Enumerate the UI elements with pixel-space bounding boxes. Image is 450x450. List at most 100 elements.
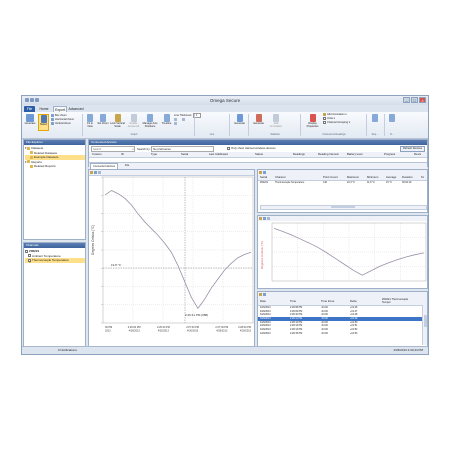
column-header[interactable]: Minimum [367,175,378,180]
select-button[interactable]: Select [38,114,49,131]
ambient-checkbox[interactable] [28,254,31,258]
table-row[interactable]: Z00221 Thermocouple Temperature 140 22.3… [258,181,427,185]
column-header[interactable]: Reading Interval [318,152,338,157]
device-checkbox[interactable] [25,249,28,253]
only-claimed-checkbox[interactable] [227,146,230,150]
status-datetime: 4/26/2013 2:33:44 PM [393,348,423,352]
ribbon-tabs: File Home Export Advanced [22,105,428,112]
status-bar: 0 Notifications 4/26/2013 2:33:44 PM [22,346,428,354]
enable-autoscroll-button[interactable]: Enable Autoscroll [126,114,141,131]
manage-axis-positions-button[interactable]: Manage Axis Positions [142,114,158,131]
settings-icon[interactable] [98,170,101,174]
minimize-icon[interactable]: – [403,97,410,103]
column-header[interactable]: Z00221 Thermocouple Temper [382,298,416,304]
column-header[interactable]: Time [290,299,296,303]
column-header[interactable]: Duration [402,175,413,180]
lock-icon[interactable] [259,216,262,220]
report-button[interactable] [369,114,380,131]
column-header[interactable]: Serial [181,152,188,157]
zoom-icon[interactable] [263,216,266,220]
set-zoom-icon [100,114,106,122]
graph-option-2[interactable] [174,122,178,126]
channel-thermocouple[interactable]: ✓Thermocouple Temperature [25,258,85,264]
channel-grouping-checkbox[interactable] [323,121,326,124]
zoom-icon[interactable] [94,170,97,174]
add-annotation-large-button[interactable]: Add Annotation [268,114,284,131]
graph-option-3[interactable] [182,118,186,122]
column-header[interactable]: Maximum [347,175,359,180]
generate-readings-button[interactable]: Generate [251,114,266,131]
generate-statistics-button[interactable]: Generate [232,114,247,131]
horizontal-scrollbar[interactable] [260,205,427,210]
column-header[interactable]: Battery level [347,152,362,157]
grid-lines [272,223,426,281]
fit-to-view-button[interactable]: Fit to View [84,114,96,131]
table-cell: 11.8 °C [367,181,375,184]
units-checkbox[interactable] [323,117,326,120]
column-header[interactable]: Time Zone [321,299,334,303]
channel-grouping-button[interactable]: Channel Grouping ▾ [323,121,350,125]
scrollbar-thumb[interactable] [331,206,355,209]
search-by-control: Search by: No preference [137,146,215,152]
timeline-button[interactable]: Timeline [159,114,174,131]
column-header[interactable]: Point Count [323,175,338,180]
display-properties-button[interactable]: Display Properties [304,114,321,131]
table-row[interactable]: 4/26/2013 2:28:15 PM -04:00 +01:53 [258,332,422,336]
lock-icon[interactable] [90,170,93,174]
column-header[interactable]: Average [386,175,396,180]
zoom-icon[interactable] [263,292,266,296]
search-by-select[interactable]: No preference [151,146,215,152]
temperature-chart[interactable]: Degrees Celsius (°C) 19.8 °C 2:26:41 PM … [89,175,256,348]
close-icon[interactable]: × [419,97,426,103]
d-button[interactable] [386,114,397,131]
thermocouple-checkbox[interactable]: ✓ [28,258,32,264]
search-input[interactable] [92,147,130,152]
lock-icon[interactable] [259,292,262,296]
scrollbar-thumb[interactable] [423,315,427,327]
column-header[interactable]: Revis [414,152,421,157]
channels-panel: Channels Z00221 Ambient Temperature ✓The… [23,242,86,347]
zoom-icon[interactable] [263,170,266,174]
group-label-channels: Channels & Readings [322,133,346,136]
y-axis-label: Degrees Celsius (°C) [91,225,95,255]
tree-item-deleted-reports[interactable]: Deleted Reports [25,164,85,169]
lock-icon[interactable] [259,170,262,174]
column-header[interactable]: ID [121,152,124,157]
series-line[interactable] [104,190,252,310]
vertical-zoom-button[interactable]: Vertical Zoom [51,122,71,126]
vertical-scrollbar[interactable] [422,305,427,345]
table-icon [236,114,243,122]
table-cell: 22.3 °C [347,181,355,184]
app-icon [25,98,29,102]
save-icon[interactable] [30,98,34,102]
table-cell: Thermocouple Temperature [275,181,305,184]
column-header[interactable]: Progress [384,152,395,157]
column-header[interactable]: Delta [350,299,357,303]
tab-file-document[interactable]: File [125,163,129,168]
only-claimed-option[interactable]: Only show claimed wireless devices [227,146,276,150]
column-header[interactable]: Type [151,152,157,157]
generate-button[interactable]: Generate [23,114,37,131]
connected-devices-panel: Connected devices ⌕ Search by: No prefer… [88,139,428,170]
column-header[interactable]: Status [255,152,263,157]
column-header[interactable]: Last Calibrated [209,152,228,157]
column-header[interactable]: Channel [275,175,285,180]
x-tick-label: 4/26/2013 [187,329,199,332]
column-header[interactable]: Serial [260,175,267,180]
notification-count[interactable]: 0 Notifications [58,347,77,354]
lock-vertical-scale-button[interactable]: Lock Vertical Scale [110,114,125,131]
settings-icon[interactable] [267,216,270,220]
column-header[interactable]: Readings [293,152,305,157]
maximize-icon[interactable]: □ [411,97,418,103]
column-header[interactable]: St [421,175,424,180]
fit-to-view-icon [87,114,93,122]
x-axis: 30 PM20132:26:00 PM4/26/20132:26:30 PM4/… [105,326,252,332]
file-explorer-panel: File Explorer ▾ Datasets Deleted Dataset… [23,139,86,240]
set-zoom-button[interactable]: Set Zoom [97,114,109,131]
undo-icon[interactable] [35,98,39,102]
column-header[interactable]: Custom [92,152,102,157]
x-tick-label: 4/26/2013 [129,329,141,332]
overview-chart[interactable]: Degrees Celsius (°C) [258,221,429,290]
column-header[interactable]: Date [260,299,266,303]
table-cell: 00:02:19 [402,181,412,184]
